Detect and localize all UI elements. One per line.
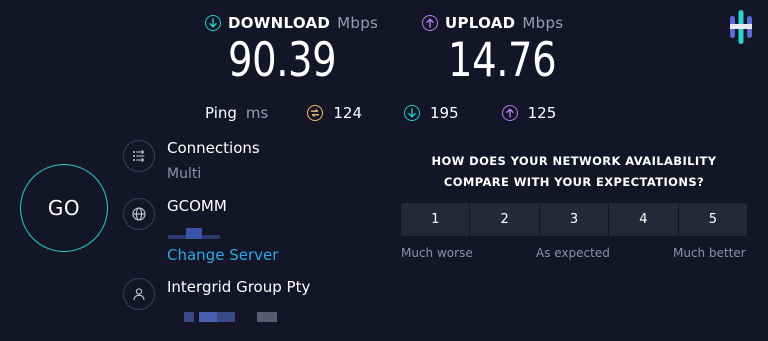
globe-icon bbox=[123, 198, 155, 230]
upload-metric: UPLOAD Mbps 14.76 bbox=[422, 14, 580, 84]
download-metric: DOWNLOAD Mbps 90.39 bbox=[205, 14, 378, 84]
ping-row: Ping ms 124 195 125 bbox=[205, 104, 556, 122]
upload-arrow-icon bbox=[422, 15, 438, 31]
ping-download: 195 bbox=[404, 104, 459, 122]
ip-address-redacted bbox=[217, 312, 235, 322]
ip-address-redacted bbox=[257, 312, 277, 322]
ping-unit: ms bbox=[245, 104, 269, 122]
idle-latency-icon bbox=[307, 105, 324, 121]
ping-label: Ping bbox=[205, 104, 237, 122]
survey-question-line2: COMPARE WITH YOUR EXPECTATIONS? bbox=[443, 175, 705, 189]
rating-button-5[interactable]: 5 bbox=[679, 203, 747, 236]
server-name: GCOMM bbox=[167, 197, 227, 215]
rating-scale: 1 2 3 4 5 bbox=[401, 203, 747, 236]
ip-address-redacted bbox=[199, 312, 217, 322]
download-latency-icon bbox=[404, 105, 420, 121]
server-location-redacted bbox=[186, 228, 202, 239]
go-button[interactable]: GO bbox=[20, 164, 108, 252]
upload-unit: Mbps bbox=[522, 14, 564, 32]
upload-latency-icon bbox=[501, 105, 518, 121]
speedtest-logo-icon bbox=[730, 10, 752, 44]
upload-label: UPLOAD bbox=[445, 14, 516, 32]
user-icon bbox=[123, 278, 155, 310]
connections-icon bbox=[123, 140, 155, 172]
download-unit: Mbps bbox=[337, 14, 379, 32]
rating-button-4[interactable]: 4 bbox=[609, 203, 679, 236]
scale-high-label: Much better bbox=[673, 246, 746, 260]
download-arrow-icon bbox=[205, 15, 221, 31]
download-header: DOWNLOAD Mbps bbox=[205, 14, 378, 32]
provider-name: Intergrid Group Pty bbox=[167, 278, 311, 296]
speedtest-result-panel: DOWNLOAD Mbps 90.39 UPLOAD Mbps 14.76 Pi… bbox=[0, 0, 768, 341]
scale-mid-label: As expected bbox=[536, 246, 610, 260]
download-label: DOWNLOAD bbox=[228, 14, 331, 32]
rating-button-3[interactable]: 3 bbox=[540, 203, 610, 236]
connections-mode: Multi bbox=[167, 166, 202, 182]
ping-download-value: 195 bbox=[430, 104, 459, 122]
scale-low-label: Much worse bbox=[401, 246, 473, 260]
survey-question: HOW DOES YOUR NETWORK AVAILABILITY COMPA… bbox=[401, 151, 747, 193]
ping-idle: 124 bbox=[307, 104, 362, 122]
ping-idle-value: 124 bbox=[333, 104, 362, 122]
rating-button-1[interactable]: 1 bbox=[401, 203, 471, 236]
download-speed-value: 90.39 bbox=[228, 33, 337, 88]
rating-button-2[interactable]: 2 bbox=[470, 203, 540, 236]
change-server-link[interactable]: Change Server bbox=[167, 246, 278, 264]
upload-speed-value: 14.76 bbox=[448, 33, 557, 88]
ip-address-redacted bbox=[184, 312, 194, 322]
server-location-redacted bbox=[202, 235, 220, 239]
ping-upload-value: 125 bbox=[527, 104, 557, 122]
server-location-redacted bbox=[168, 235, 186, 239]
upload-header: UPLOAD Mbps bbox=[422, 14, 580, 32]
connections-title: Connections bbox=[167, 139, 260, 157]
ping-upload: 125 bbox=[501, 104, 557, 122]
survey-question-line1: HOW DOES YOUR NETWORK AVAILABILITY bbox=[431, 154, 717, 168]
